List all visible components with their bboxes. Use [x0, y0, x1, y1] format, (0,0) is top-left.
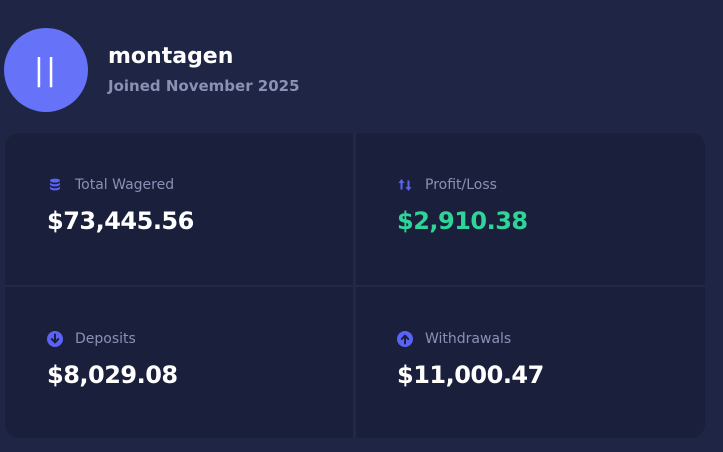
stat-value: $8,029.08 — [47, 361, 178, 389]
stat-withdrawals: Withdrawals $11,000.47 — [397, 331, 544, 389]
stat-value: $73,445.56 — [47, 207, 194, 235]
divider-horizontal — [5, 285, 705, 287]
stat-label: Withdrawals — [425, 331, 512, 347]
stat-value: $2,910.38 — [397, 207, 528, 235]
user-info: montagen Joined November 2025 — [108, 44, 300, 96]
stat-deposits: Deposits $8,029.08 — [47, 331, 178, 389]
stat-profit-loss: Profit/Loss $2,910.38 — [397, 177, 528, 235]
arrow-down-circle-icon — [47, 331, 63, 347]
stats-card: Total Wagered $73,445.56 Profit/Loss $2,… — [5, 133, 705, 438]
avatar: || — [4, 28, 88, 112]
stat-label: Profit/Loss — [425, 177, 497, 193]
username: montagen — [108, 44, 234, 69]
stat-value: $11,000.47 — [397, 361, 544, 389]
stat-label-row: Withdrawals — [397, 331, 544, 347]
profile-header: || montagen Joined November 2025 — [4, 28, 300, 112]
stat-label: Total Wagered — [75, 177, 175, 193]
stat-total-wagered: Total Wagered $73,445.56 — [47, 177, 194, 235]
stat-label-row: Profit/Loss — [397, 177, 528, 193]
stat-label-row: Total Wagered — [47, 177, 194, 193]
avatar-text: || — [33, 52, 59, 88]
coins-stack-icon — [47, 177, 63, 193]
arrow-up-circle-icon — [397, 331, 413, 347]
stat-label: Deposits — [75, 331, 136, 347]
arrows-up-down-icon — [397, 177, 413, 193]
stat-label-row: Deposits — [47, 331, 178, 347]
joined-date: Joined November 2025 — [108, 77, 300, 95]
